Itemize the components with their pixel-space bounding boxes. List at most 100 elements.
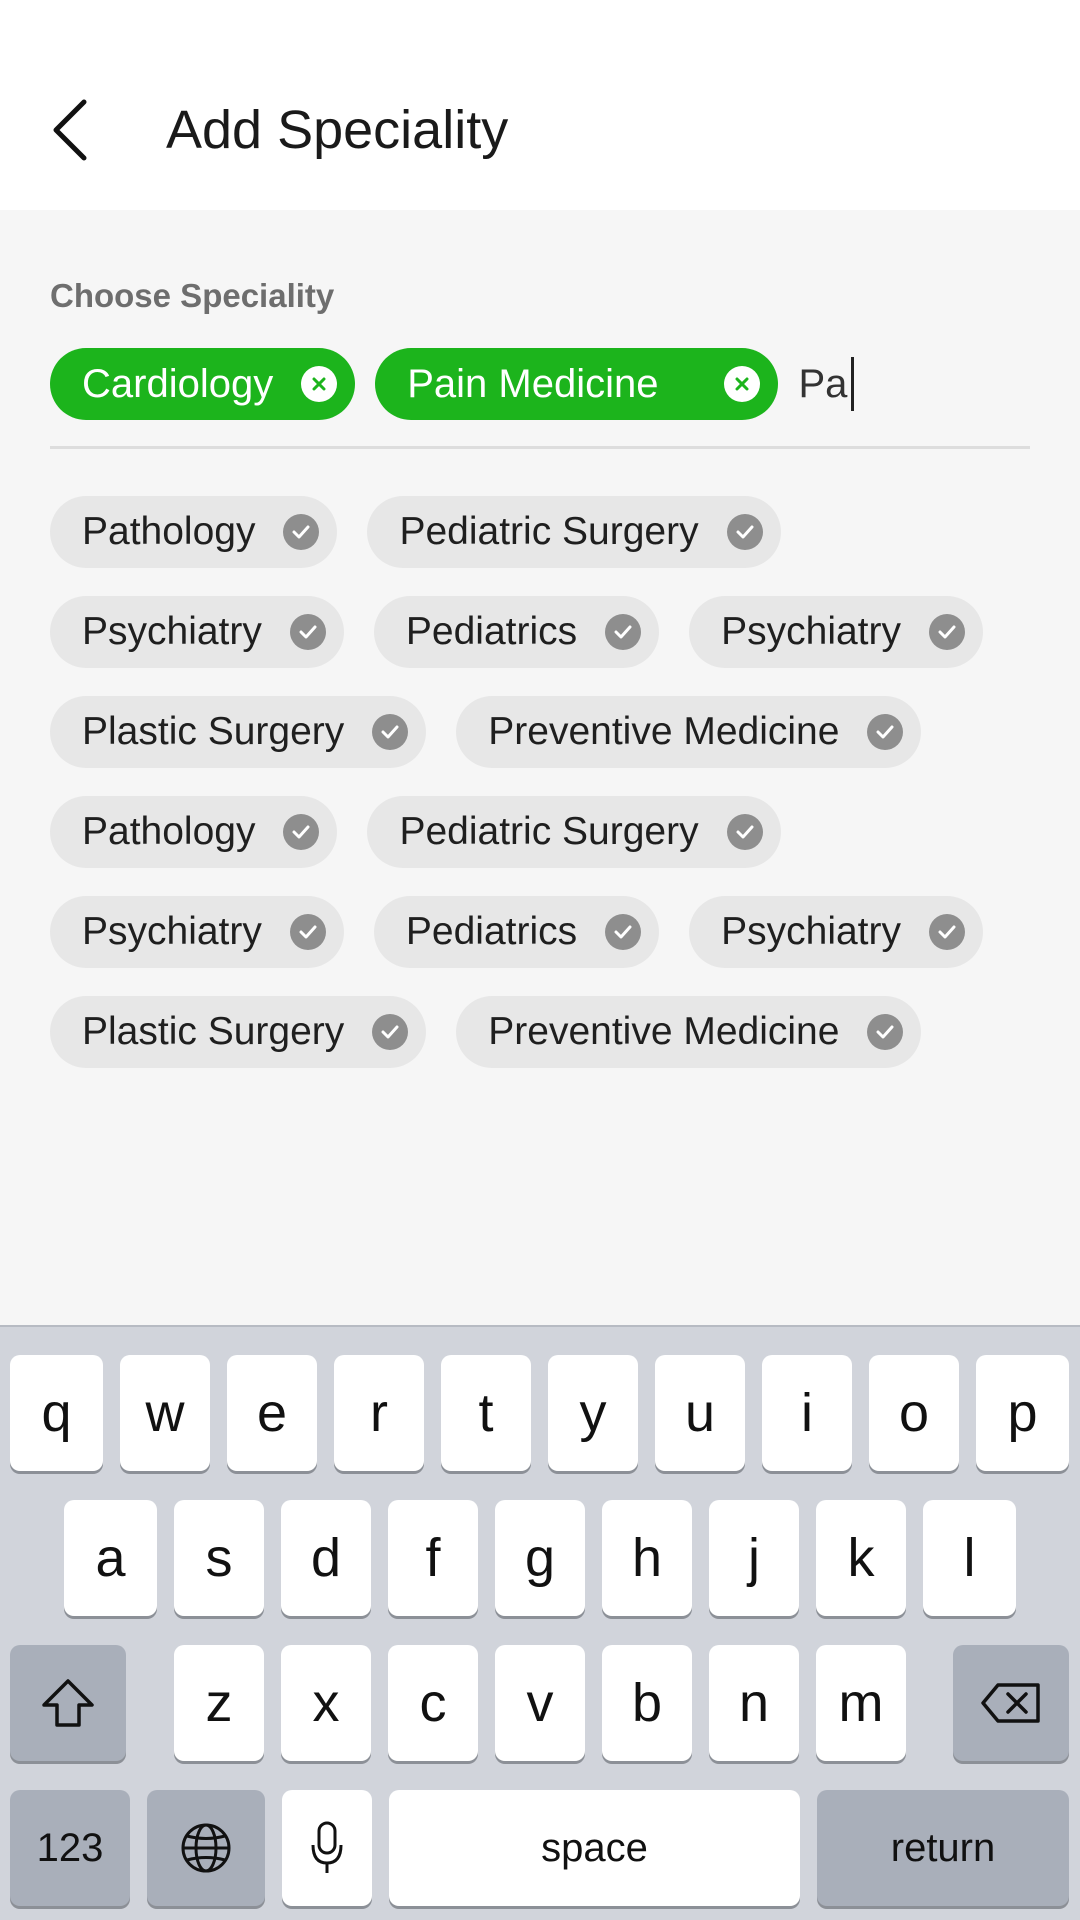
suggestion-chip-label: Pediatrics bbox=[405, 910, 578, 953]
check-icon bbox=[289, 914, 326, 950]
suggestion-chip-label: Plastic Surgery bbox=[82, 1010, 345, 1053]
dictation-key[interactable] bbox=[282, 1790, 372, 1906]
globe-icon bbox=[181, 1823, 231, 1873]
input-underline bbox=[50, 446, 1030, 449]
suggestion-chip[interactable]: Pathology bbox=[50, 796, 338, 868]
suggestion-chip[interactable]: Preventive Medicine bbox=[456, 696, 922, 768]
selected-chip[interactable]: Cardiology bbox=[50, 348, 356, 420]
globe-key[interactable] bbox=[147, 1790, 265, 1906]
check-icon bbox=[867, 1014, 904, 1050]
key-s[interactable]: s bbox=[174, 1500, 264, 1616]
suggestion-chip[interactable]: Psychiatry bbox=[689, 596, 984, 668]
suggestion-chip-label: Preventive Medicine bbox=[488, 710, 840, 753]
key-j[interactable]: j bbox=[709, 1500, 799, 1616]
check-icon bbox=[605, 614, 642, 650]
key-u[interactable]: u bbox=[655, 1355, 745, 1471]
search-input[interactable]: Pa bbox=[798, 348, 855, 420]
key-p[interactable]: p bbox=[976, 1355, 1069, 1471]
key-n[interactable]: n bbox=[709, 1645, 799, 1761]
suggestion-chip[interactable]: Preventive Medicine bbox=[456, 996, 922, 1068]
key-x[interactable]: x bbox=[281, 1645, 371, 1761]
suggestion-chip-label: Preventive Medicine bbox=[488, 1010, 840, 1053]
suggestion-row: Plastic Surgery Preventive Medicine bbox=[50, 696, 1040, 768]
header-bar: Add Speciality bbox=[0, 0, 1080, 210]
check-icon bbox=[726, 814, 763, 850]
suggestion-chip[interactable]: Psychiatry bbox=[689, 896, 984, 968]
suggestion-list: Pathology Pediatric Surgery Psychiatry P… bbox=[50, 496, 1040, 1096]
check-icon bbox=[605, 914, 642, 950]
space-key[interactable]: space bbox=[389, 1790, 800, 1906]
suggestion-chip-label: Pediatric Surgery bbox=[399, 810, 699, 853]
suggestion-chip[interactable]: Pediatric Surgery bbox=[367, 496, 781, 568]
suggestion-chip-label: Psychiatry bbox=[721, 910, 902, 953]
onscreen-keyboard: q w e r t y u i o p a s d f g h j k l z … bbox=[0, 1325, 1080, 1920]
key-k[interactable]: k bbox=[816, 1500, 906, 1616]
chevron-left-icon bbox=[53, 99, 87, 161]
check-icon bbox=[289, 614, 326, 650]
suggestion-chip-label: Plastic Surgery bbox=[82, 710, 345, 753]
check-icon bbox=[929, 614, 966, 650]
suggestion-chip[interactable]: Pediatric Surgery bbox=[367, 796, 781, 868]
key-y[interactable]: y bbox=[548, 1355, 638, 1471]
suggestion-chip[interactable]: Psychiatry bbox=[50, 896, 344, 968]
suggestion-row: Pathology Pediatric Surgery bbox=[50, 496, 1040, 568]
suggestion-row: Psychiatry Pediatrics Psychiatry bbox=[50, 596, 1040, 668]
key-t[interactable]: t bbox=[441, 1355, 531, 1471]
back-button[interactable] bbox=[40, 95, 100, 165]
key-o[interactable]: o bbox=[869, 1355, 959, 1471]
suggestion-chip-label: Psychiatry bbox=[721, 610, 902, 653]
key-f[interactable]: f bbox=[388, 1500, 478, 1616]
suggestion-chip[interactable]: Plastic Surgery bbox=[50, 996, 427, 1068]
key-d[interactable]: d bbox=[281, 1500, 371, 1616]
remove-icon[interactable] bbox=[301, 366, 338, 402]
backspace-icon bbox=[981, 1683, 1040, 1723]
key-h[interactable]: h bbox=[602, 1500, 692, 1616]
key-v[interactable]: v bbox=[495, 1645, 585, 1761]
suggestion-chip-label: Psychiatry bbox=[82, 910, 262, 953]
section-label: Choose Speciality bbox=[50, 277, 335, 314]
selected-chip[interactable]: Pain Medicine bbox=[375, 348, 779, 420]
check-icon bbox=[867, 714, 904, 750]
suggestion-chip-label: Pediatric Surgery bbox=[399, 510, 699, 553]
key-i[interactable]: i bbox=[762, 1355, 852, 1471]
suggestion-chip[interactable]: Pediatrics bbox=[373, 596, 660, 668]
key-r[interactable]: r bbox=[334, 1355, 424, 1471]
speciality-chip-input[interactable]: Cardiology Pain Medicine Pa bbox=[50, 348, 1030, 420]
suggestion-chip[interactable]: Pediatrics bbox=[373, 896, 660, 968]
suggestion-chip-label: Pathology bbox=[82, 810, 256, 853]
suggestion-chip[interactable]: Pathology bbox=[50, 496, 338, 568]
text-caret bbox=[851, 357, 855, 411]
key-l[interactable]: l bbox=[923, 1500, 1016, 1616]
check-icon bbox=[929, 914, 966, 950]
key-q[interactable]: q bbox=[10, 1355, 103, 1471]
check-icon bbox=[726, 514, 763, 550]
remove-icon[interactable] bbox=[724, 366, 761, 402]
suggestion-chip-label: Pediatrics bbox=[405, 610, 578, 653]
suggestion-chip[interactable]: Psychiatry bbox=[50, 596, 344, 668]
suggestion-row: Psychiatry Pediatrics Psychiatry bbox=[50, 896, 1040, 968]
selected-chip-label: Cardiology bbox=[82, 361, 274, 406]
shift-key[interactable] bbox=[10, 1645, 126, 1761]
key-g[interactable]: g bbox=[495, 1500, 585, 1616]
suggestion-chip[interactable]: Plastic Surgery bbox=[50, 696, 427, 768]
key-e[interactable]: e bbox=[227, 1355, 317, 1471]
shift-icon bbox=[42, 1679, 94, 1727]
numbers-key[interactable]: 123 bbox=[10, 1790, 130, 1906]
check-icon bbox=[372, 1014, 409, 1050]
key-c[interactable]: c bbox=[388, 1645, 478, 1761]
suggestion-row: Pathology Pediatric Surgery bbox=[50, 796, 1040, 868]
key-a[interactable]: a bbox=[64, 1500, 157, 1616]
search-input-value: Pa bbox=[798, 361, 848, 406]
page-title: Add Speciality bbox=[166, 100, 509, 160]
suggestion-chip-label: Psychiatry bbox=[82, 610, 262, 653]
check-icon bbox=[283, 814, 320, 850]
key-w[interactable]: w bbox=[120, 1355, 210, 1471]
microphone-icon bbox=[311, 1821, 343, 1873]
selected-chip-label: Pain Medicine bbox=[407, 361, 659, 406]
backspace-key[interactable] bbox=[953, 1645, 1069, 1761]
check-icon bbox=[372, 714, 409, 750]
return-key[interactable]: return bbox=[817, 1790, 1069, 1906]
key-z[interactable]: z bbox=[174, 1645, 264, 1761]
key-b[interactable]: b bbox=[602, 1645, 692, 1761]
key-m[interactable]: m bbox=[816, 1645, 906, 1761]
